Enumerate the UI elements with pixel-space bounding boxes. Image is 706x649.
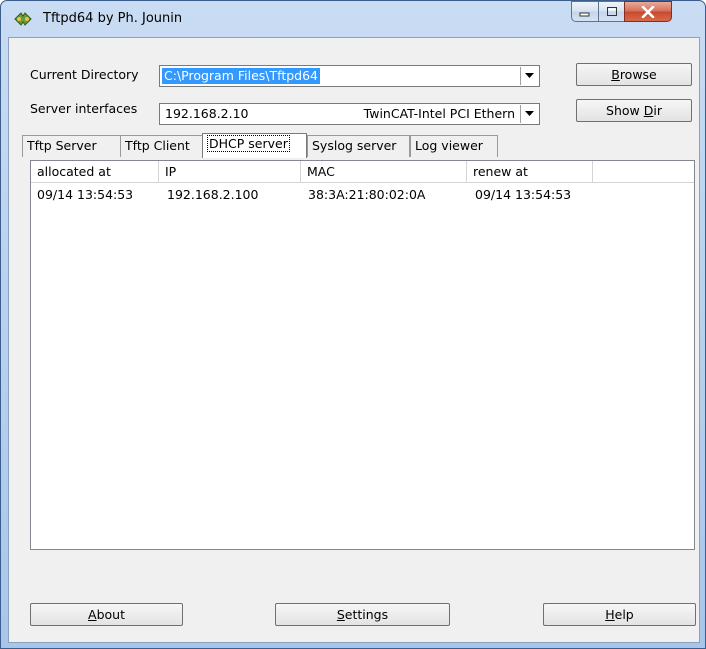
current-directory-label: Current Directory: [30, 67, 139, 82]
about-label-ul: A: [88, 607, 97, 622]
chevron-down-icon: [525, 111, 534, 116]
tab-dhcp-server-label: DHCP server: [207, 135, 290, 152]
tab-tftp-server[interactable]: Tftp Server: [22, 135, 121, 157]
current-directory-value: C:\Program Files\Tftpd64: [162, 68, 320, 84]
settings-button[interactable]: Settings: [275, 603, 450, 626]
help-label-ul: H: [605, 607, 615, 622]
minimize-button[interactable]: [571, 1, 599, 22]
server-interfaces-combo[interactable]: 192.168.2.10 TwinCAT-Intel PCI Ethern: [159, 103, 540, 125]
current-directory-combo[interactable]: C:\Program Files\Tftpd64: [159, 65, 540, 87]
table-row[interactable]: 09/14 13:54:53 192.168.2.100 38:3A:21:80…: [31, 185, 694, 205]
cell-renew-at: 09/14 13:54:53: [475, 187, 572, 202]
chevron-down-icon: [525, 73, 534, 78]
tab-dhcp-server[interactable]: DHCP server: [202, 133, 307, 158]
show-dir-button[interactable]: Show Dir: [576, 99, 692, 122]
about-button[interactable]: About: [30, 603, 183, 626]
server-interfaces-label: Server interfaces: [30, 101, 138, 116]
dhcp-lease-list[interactable]: allocated at IP MAC renew at 09/14 13:54…: [30, 160, 695, 550]
tab-log-viewer[interactable]: Log viewer: [410, 135, 498, 157]
list-header: allocated at IP MAC renew at: [31, 161, 694, 183]
server-interface-ip: 192.168.2.10: [165, 106, 249, 121]
cell-mac: 38:3A:21:80:02:0A: [308, 187, 426, 202]
column-header-allocated-at[interactable]: allocated at: [31, 161, 159, 182]
column-header-renew-at[interactable]: renew at: [467, 161, 593, 182]
tftpd-app-icon: [14, 12, 32, 26]
tab-syslog-server[interactable]: Syslog server: [307, 135, 410, 157]
close-button[interactable]: [624, 1, 672, 22]
column-header-ip[interactable]: IP: [159, 161, 301, 182]
browse-button[interactable]: Browse: [576, 63, 692, 86]
browse-label-ul: B: [611, 67, 620, 82]
cell-allocated-at: 09/14 13:54:53: [37, 187, 134, 202]
current-directory-dropdown[interactable]: [520, 67, 538, 85]
column-header-mac[interactable]: MAC: [301, 161, 467, 182]
settings-label-rest: ettings: [344, 607, 389, 622]
maximize-icon: [606, 7, 617, 16]
close-icon: [641, 5, 655, 18]
maximize-button[interactable]: [598, 1, 625, 22]
show-dir-label-ul: D: [643, 103, 654, 118]
cell-ip: 192.168.2.100: [167, 187, 259, 202]
server-interface-adapter: TwinCAT-Intel PCI Ethern: [363, 106, 515, 121]
show-dir-label-prefix: Show: [606, 103, 644, 118]
minimize-icon: [579, 12, 590, 16]
window-title: Tftpd64 by Ph. Jounin: [43, 11, 183, 26]
tab-tftp-client[interactable]: Tftp Client: [120, 135, 203, 157]
title-bar[interactable]: Tftpd64 by Ph. Jounin: [1, 1, 705, 37]
help-button[interactable]: Help: [543, 603, 696, 626]
show-dir-label-rest: ir: [653, 103, 662, 118]
server-interfaces-dropdown[interactable]: [520, 105, 538, 123]
help-label-rest: elp: [614, 607, 634, 622]
browse-label-rest: rowse: [619, 67, 657, 82]
settings-label-ul: S: [336, 607, 345, 622]
about-label-rest: bout: [96, 607, 125, 622]
